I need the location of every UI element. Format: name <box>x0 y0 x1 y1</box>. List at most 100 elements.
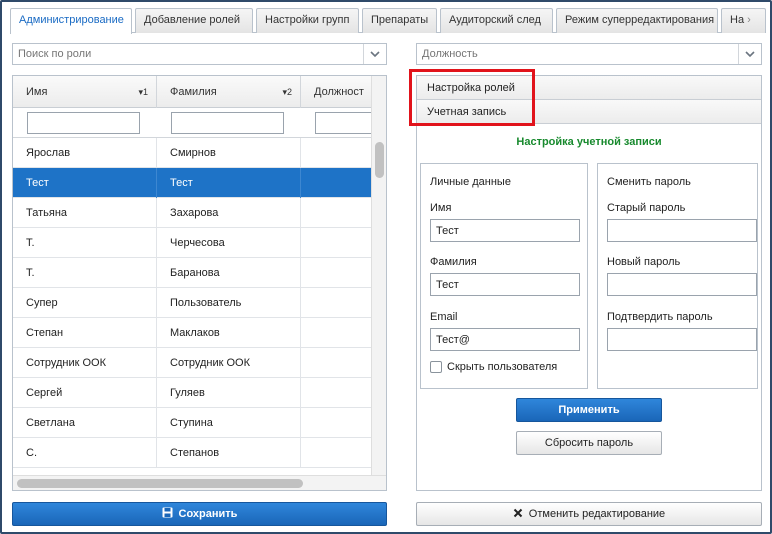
position-filter-input[interactable] <box>315 112 375 134</box>
tab-bar: Администрирование Добавление ролей Настр… <box>10 8 766 34</box>
table-row[interactable]: Татьяна Захарова <box>13 198 373 228</box>
cell-position <box>301 258 373 288</box>
column-header-label: Должност <box>314 86 364 98</box>
tab-drugs[interactable]: Препараты <box>362 8 437 33</box>
tab-overflow-label: На <box>730 14 745 26</box>
user-settings-panel: Настройка ролей Учетная запись Настройка… <box>416 75 762 491</box>
account-settings-title: Настройка учетной записи <box>516 136 662 148</box>
tab-audit-trail[interactable]: Аудиторский след <box>440 8 553 33</box>
table-row[interactable]: С. Степанов <box>13 438 373 468</box>
checkbox-box[interactable] <box>430 361 442 373</box>
chevron-down-icon[interactable] <box>363 44 386 64</box>
cell-first-name: Степан <box>13 318 157 348</box>
last-name-filter-input[interactable] <box>171 112 284 134</box>
table-row[interactable]: Ярослав Смирнов <box>13 138 373 168</box>
table-row[interactable]: Сергей Гуляев <box>13 378 373 408</box>
confirm-password-field[interactable] <box>607 328 757 351</box>
apply-button[interactable]: Применить <box>516 398 662 422</box>
cell-position <box>301 288 373 318</box>
position-combo[interactable] <box>416 43 762 65</box>
reset-password-button[interactable]: Сбросить пароль <box>516 431 662 455</box>
old-password-label: Старый пароль <box>607 202 686 214</box>
cell-position <box>301 138 373 168</box>
email-label: Email <box>430 311 458 323</box>
last-name-label: Фамилия <box>430 256 477 268</box>
cell-position <box>301 438 373 468</box>
column-header-last-name[interactable]: Фамилия ▾2 <box>157 76 301 108</box>
cancel-editing-label: Отменить редактирование <box>528 508 666 520</box>
tab-administration[interactable]: Администрирование <box>10 8 132 34</box>
sort-indicator-icon: ▾1 <box>138 87 148 97</box>
table-row[interactable]: Светлана Ступина <box>13 408 373 438</box>
accordion-account[interactable]: Учетная запись <box>417 100 761 124</box>
tab-add-roles[interactable]: Добавление ролей <box>135 8 253 33</box>
cell-position <box>301 228 373 258</box>
cell-last-name: Маклаков <box>157 318 301 348</box>
cell-position <box>301 198 373 228</box>
personal-data-title: Личные данные <box>430 176 511 188</box>
cell-position <box>301 378 373 408</box>
save-button-label: Сохранить <box>178 508 238 520</box>
cell-last-name: Степанов <box>157 438 301 468</box>
position-input[interactable] <box>417 44 737 64</box>
cell-last-name: Сотрудник ООК <box>157 348 301 378</box>
users-grid: Имя ▾1 Фамилия ▾2 Должност Ярослав Смирно… <box>12 75 387 491</box>
save-icon <box>162 507 173 521</box>
tab-super-edit[interactable]: Режим суперредактирования <box>556 8 718 33</box>
apply-button-label: Применить <box>558 404 620 416</box>
reset-password-label: Сбросить пароль <box>544 437 634 449</box>
table-row[interactable]: Сотрудник ООК Сотрудник ООК <box>13 348 373 378</box>
chevron-down-icon[interactable] <box>738 44 761 64</box>
cancel-editing-button[interactable]: Отменить редактирование <box>416 502 762 526</box>
new-password-field[interactable] <box>607 273 757 296</box>
cell-position <box>301 408 373 438</box>
first-name-label: Имя <box>430 202 452 214</box>
cell-last-name: Баранова <box>157 258 301 288</box>
save-button[interactable]: Сохранить <box>12 502 387 526</box>
new-password-label: Новый пароль <box>607 256 681 268</box>
grid-header: Имя ▾1 Фамилия ▾2 Должност <box>13 76 373 108</box>
sort-indicator-icon: ▾2 <box>282 87 292 97</box>
column-header-first-name[interactable]: Имя ▾1 <box>13 76 157 108</box>
cell-position <box>301 348 373 378</box>
column-header-position[interactable]: Должност <box>301 76 373 108</box>
cell-first-name: Супер <box>13 288 157 318</box>
tab-group-settings[interactable]: Настройки групп <box>256 8 359 33</box>
cell-first-name: Т. <box>13 228 157 258</box>
cell-first-name: Светлана <box>13 408 157 438</box>
hide-user-checkbox[interactable]: Скрыть пользователя <box>430 361 557 373</box>
role-search-combo[interactable] <box>12 43 387 65</box>
table-row[interactable]: Т. Баранова <box>13 258 373 288</box>
table-row[interactable]: Т. Черчесова <box>13 228 373 258</box>
role-search-input[interactable] <box>13 44 362 64</box>
vertical-scroll-thumb[interactable] <box>375 142 384 178</box>
last-name-field[interactable] <box>430 273 580 296</box>
first-name-field[interactable] <box>430 219 580 242</box>
horizontal-scrollbar[interactable] <box>13 475 386 490</box>
app-frame: Администрирование Добавление ролей Настр… <box>0 0 772 534</box>
cell-position <box>301 318 373 348</box>
close-icon <box>513 508 523 521</box>
personal-data-group: Личные данные Имя Фамилия Email Скрыть п… <box>420 163 588 389</box>
cell-last-name: Ступина <box>157 408 301 438</box>
old-password-field[interactable] <box>607 219 757 242</box>
horizontal-scroll-thumb[interactable] <box>17 479 303 488</box>
cell-first-name: С. <box>13 438 157 468</box>
tab-overflow[interactable]: На › <box>721 8 766 33</box>
column-header-label: Фамилия <box>170 86 217 98</box>
cell-last-name: Гуляев <box>157 378 301 408</box>
change-password-title: Сменить пароль <box>607 176 691 188</box>
cell-last-name: Тест <box>157 168 301 198</box>
cell-first-name: Ярослав <box>13 138 157 168</box>
confirm-password-label: Подтвердить пароль <box>607 311 713 323</box>
cell-first-name: Т. <box>13 258 157 288</box>
first-name-filter-input[interactable] <box>27 112 140 134</box>
table-row[interactable]: Супер Пользователь <box>13 288 373 318</box>
vertical-scrollbar[interactable] <box>371 76 386 476</box>
table-row[interactable]: Степан Маклаков <box>13 318 373 348</box>
table-row[interactable]: Тест Тест <box>13 168 373 198</box>
cell-first-name: Тест <box>13 168 157 198</box>
chevron-right-icon: › <box>747 14 751 26</box>
accordion-role-settings[interactable]: Настройка ролей <box>417 76 761 100</box>
email-field[interactable] <box>430 328 580 351</box>
